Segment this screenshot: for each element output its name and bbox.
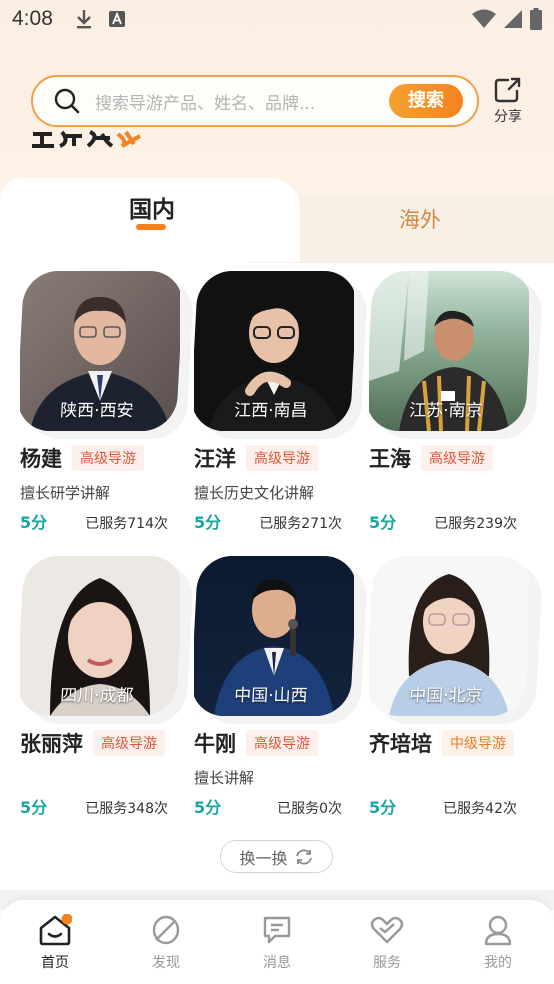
share-label: 分享 xyxy=(494,109,522,125)
guide-card[interactable]: 中国·北京 齐培培 中级导游 5分 已服务42次 xyxy=(369,556,544,826)
guide-score: 5分 xyxy=(369,513,397,532)
guide-served-count: 已服务239次 xyxy=(434,516,517,532)
guide-specialty: 擅长研学讲解 xyxy=(20,484,111,502)
guide-location: 江西·南昌 xyxy=(233,401,309,421)
download-icon xyxy=(76,10,91,29)
status-bar: 4:08 xyxy=(0,0,554,38)
nav-label-discover: 发现 xyxy=(152,955,180,971)
guide-photo: 陕西·西安 xyxy=(16,271,184,431)
signal-icon xyxy=(504,10,522,28)
guide-score: 5分 xyxy=(194,798,222,817)
status-time: 4:08 xyxy=(12,7,53,30)
nav-item-discover[interactable]: 发现 xyxy=(136,914,196,974)
guide-card[interactable]: 陕西·西安 杨建 高级导游 擅长研学讲解 5分 已服务714次 xyxy=(20,271,195,541)
guide-level-badge: 高级导游 xyxy=(246,445,318,471)
guide-location: 四川·成都 xyxy=(59,686,135,706)
guide-location: 江苏·南京 xyxy=(408,401,484,421)
share-button[interactable]: 分享 xyxy=(488,77,528,127)
guide-location: 中国·北京 xyxy=(408,686,484,706)
nav-label-home: 首页 xyxy=(41,955,69,971)
guide-served-count: 已服务0次 xyxy=(277,801,342,817)
guide-served-count: 已服务714次 xyxy=(85,516,168,532)
nav-label-service: 服务 xyxy=(373,955,401,971)
guide-photo: 中国·北京 xyxy=(365,556,533,716)
guide-served-count: 已服务42次 xyxy=(443,801,517,817)
guide-card[interactable]: 江西·南昌 汪洋 高级导游 擅长历史文化讲解 5分 已服务271次 xyxy=(194,271,369,541)
guide-name: 齐培培 xyxy=(369,732,432,756)
guide-photo: 江苏·南京 xyxy=(365,271,533,431)
guide-name: 牛刚 xyxy=(194,732,236,756)
guide-location: 陕西·西安 xyxy=(59,401,135,421)
guide-photo: 中国·山西 xyxy=(190,556,358,716)
guide-level-badge: 中级导游 xyxy=(442,730,514,756)
search-button[interactable]: 搜索 xyxy=(389,84,463,118)
guide-specialty: 擅长讲解 xyxy=(194,769,255,787)
guide-level-badge: 高级导游 xyxy=(93,730,165,756)
nav-label-profile: 我的 xyxy=(484,955,512,971)
search-bar[interactable]: 搜索导游产品、姓名、品牌... 搜索 xyxy=(31,75,479,127)
refresh-button[interactable]: 换一换 xyxy=(220,840,333,873)
brand-logo xyxy=(30,128,150,150)
guide-photo: 四川·成都 xyxy=(16,556,184,716)
guide-name: 王海 xyxy=(369,447,411,471)
refresh-label: 换一换 xyxy=(239,848,288,868)
nav-label-message: 消息 xyxy=(263,955,291,971)
guide-name: 杨建 xyxy=(20,447,62,471)
guide-level-badge: 高级导游 xyxy=(246,730,318,756)
guide-score: 5分 xyxy=(369,798,397,817)
refresh-icon xyxy=(295,849,312,864)
guide-served-count: 已服务348次 xyxy=(85,801,168,817)
battery-icon xyxy=(530,8,542,30)
bottom-nav: 首页 发现 消息 服务 我的 xyxy=(0,900,554,984)
discover-icon xyxy=(152,915,180,945)
message-icon xyxy=(263,916,291,944)
tab-overseas[interactable]: 海外 xyxy=(385,204,455,234)
nav-item-message[interactable]: 消息 xyxy=(247,914,307,974)
guide-specialty: 擅长历史文化讲解 xyxy=(194,484,315,502)
active-tab-indicator xyxy=(136,224,166,230)
guide-served-count: 已服务271次 xyxy=(259,516,342,532)
guide-card[interactable]: 江苏·南京 王海 高级导游 5分 已服务239次 xyxy=(369,271,544,541)
wifi-icon xyxy=(472,9,496,28)
guide-photo: 江西·南昌 xyxy=(190,271,358,431)
guide-score: 5分 xyxy=(194,513,222,532)
home-icon xyxy=(39,914,72,946)
guide-location: 中国·山西 xyxy=(233,686,309,706)
tab-domestic-label: 国内 xyxy=(129,197,175,223)
nav-item-service[interactable]: 服务 xyxy=(357,914,417,974)
nav-item-home[interactable]: 首页 xyxy=(25,914,85,974)
search-icon xyxy=(54,88,80,114)
guide-score: 5分 xyxy=(20,798,48,817)
search-input[interactable]: 搜索导游产品、姓名、品牌... xyxy=(95,89,389,114)
guide-name: 张丽萍 xyxy=(20,732,83,756)
share-icon xyxy=(494,77,521,103)
guide-card[interactable]: 四川·成都 张丽萍 高级导游 5分 已服务348次 xyxy=(20,556,195,826)
guide-name: 汪洋 xyxy=(194,447,236,471)
font-icon xyxy=(108,11,125,27)
guide-level-badge: 高级导游 xyxy=(72,445,144,471)
guide-level-badge: 高级导游 xyxy=(421,445,493,471)
guide-score: 5分 xyxy=(20,513,48,532)
nav-item-profile[interactable]: 我的 xyxy=(468,914,528,974)
service-icon xyxy=(370,916,404,944)
guide-card[interactable]: 中国·山西 牛刚 高级导游 擅长讲解 5分 已服务0次 xyxy=(194,556,369,826)
profile-icon xyxy=(484,915,512,946)
